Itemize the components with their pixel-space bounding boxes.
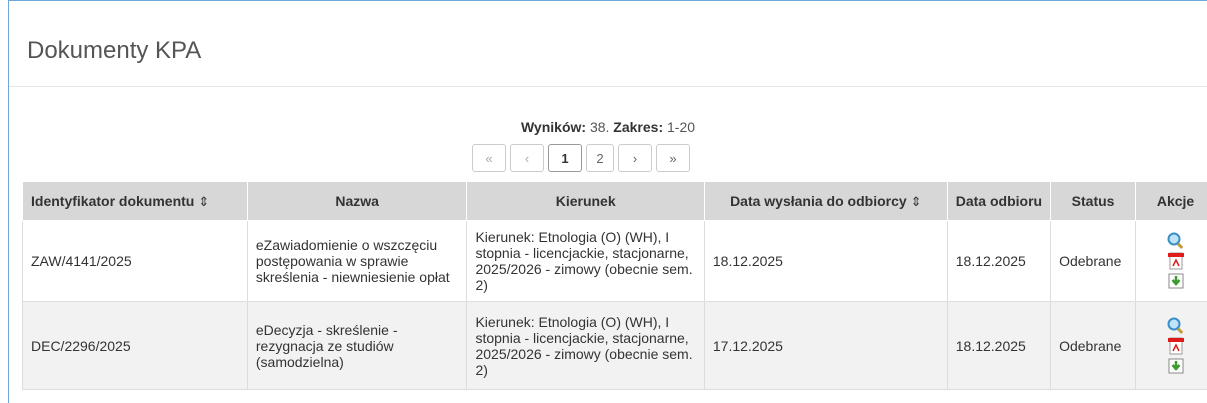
table-row: ZAW/4141/2025 eZawiadomienie o wszczęciu… xyxy=(22,220,1207,302)
last-page-button[interactable]: » xyxy=(656,144,690,172)
documents-panel: Dokumenty KPA Wyników: 38. Zakres: 1-20 … xyxy=(8,0,1207,403)
cell-actions xyxy=(1135,301,1207,390)
header-id[interactable]: Identyfikator dokumentu ⇕ xyxy=(22,181,248,221)
cell-status: Odebrane xyxy=(1050,301,1137,390)
page-1-button[interactable]: 1 xyxy=(548,144,582,172)
header-status: Status xyxy=(1050,181,1137,221)
table-header-row: Identyfikator dokumentu ⇕ Nazwa Kierunek … xyxy=(22,181,1207,221)
range-label: Zakres: xyxy=(613,119,664,135)
header-direction: Kierunek xyxy=(466,181,705,221)
cell-name: eZawiadomienie o wszczęciu postępowania … xyxy=(246,220,468,302)
header-name: Nazwa xyxy=(246,181,468,221)
results-value: 38. xyxy=(589,119,610,135)
results-summary: Wyników: 38. Zakres: 1-20 xyxy=(9,119,1207,135)
page-2-button[interactable]: 2 xyxy=(586,144,614,172)
page-title: Dokumenty KPA xyxy=(9,1,1207,87)
cell-direction: Kierunek: Etnologia (O) (WH), I stopnia … xyxy=(466,301,705,390)
first-page-button[interactable]: « xyxy=(472,144,506,172)
cell-id: DEC/2296/2025 xyxy=(22,301,248,390)
next-page-button[interactable]: › xyxy=(618,144,652,172)
download-icon[interactable] xyxy=(1167,357,1185,375)
cell-sent-date: 18.12.2025 xyxy=(703,220,948,302)
cell-direction: Kierunek: Etnologia (O) (WH), I stopnia … xyxy=(466,220,705,302)
cell-status: Odebrane xyxy=(1050,220,1137,302)
range-value: 1-20 xyxy=(667,119,696,135)
cell-received-date: 18.12.2025 xyxy=(946,220,1052,302)
header-received-date: Data odbioru xyxy=(946,181,1052,221)
cell-sent-date: 17.12.2025 xyxy=(703,301,948,390)
download-icon[interactable] xyxy=(1167,272,1185,290)
table-row: DEC/2296/2025 eDecyzja - skreślenie - re… xyxy=(22,301,1207,390)
prev-page-button[interactable]: ‹ xyxy=(510,144,544,172)
results-label: Wyników: xyxy=(520,119,587,135)
pagination: « ‹ 1 2 › » xyxy=(472,144,690,172)
documents-table: Identyfikator dokumentu ⇕ Nazwa Kierunek … xyxy=(22,181,1207,390)
pdf-icon[interactable] xyxy=(1167,337,1185,355)
magnifier-icon[interactable] xyxy=(1167,232,1185,250)
sort-icon[interactable]: ⇕ xyxy=(198,194,209,209)
pdf-icon[interactable] xyxy=(1167,252,1185,270)
cell-received-date: 18.12.2025 xyxy=(946,301,1052,390)
magnifier-icon[interactable] xyxy=(1167,317,1185,335)
cell-id: ZAW/4141/2025 xyxy=(22,220,248,302)
cell-name: eDecyzja - skreślenie - rezygnacja ze st… xyxy=(246,301,468,390)
header-sent-date[interactable]: Data wysłania do odbiorcy ⇕ xyxy=(703,181,948,221)
cell-actions xyxy=(1135,220,1207,302)
sort-icon[interactable]: ⇕ xyxy=(911,194,922,209)
header-actions: Akcje xyxy=(1135,181,1207,221)
